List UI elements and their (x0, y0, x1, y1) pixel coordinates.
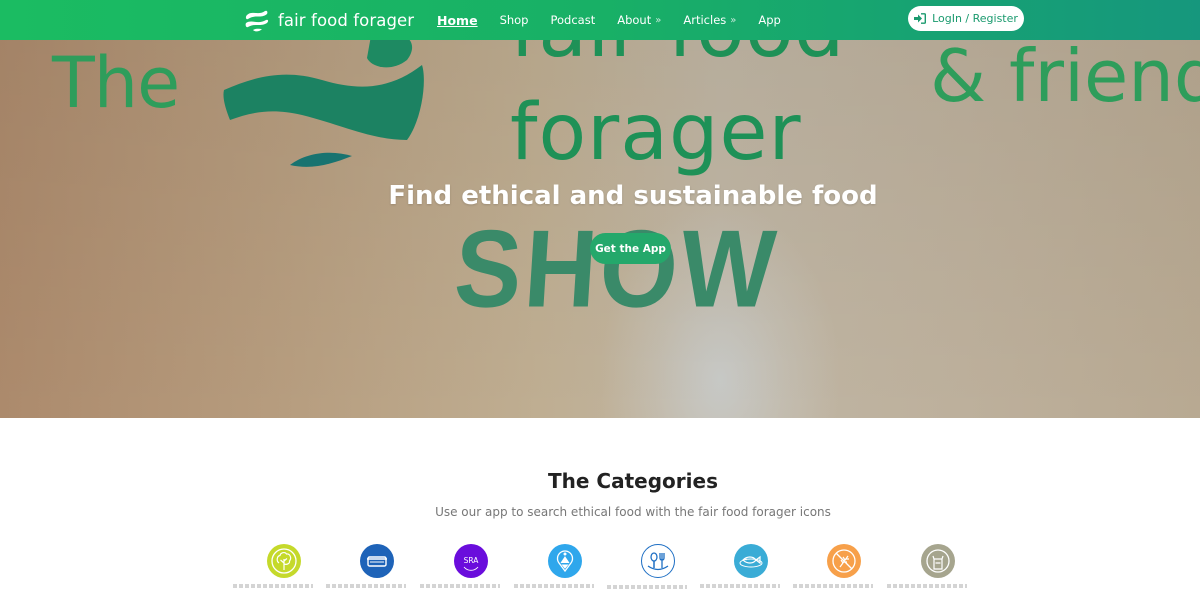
nav-articles[interactable]: Articles» (683, 13, 736, 27)
category-label (232, 584, 313, 588)
category-fish[interactable] (699, 544, 780, 588)
no-wheat-icon (832, 549, 856, 573)
top-navbar: fair food forager Home Shop Podcast Abou… (0, 0, 1200, 40)
category-restaurant[interactable] (606, 544, 687, 589)
sign-in-icon (914, 13, 927, 24)
category-container[interactable] (325, 544, 406, 588)
category-gluten-free[interactable] (792, 544, 873, 588)
double-chevron-right-icon: » (655, 14, 662, 26)
nav-podcast[interactable]: Podcast (551, 13, 596, 27)
double-chevron-right-icon: » (730, 14, 737, 26)
nav-shop-label: Shop (499, 13, 529, 27)
get-the-app-button[interactable]: Get the App (590, 233, 671, 264)
nav-about-label: About (617, 13, 652, 27)
svg-text:SRA: SRA (464, 556, 480, 565)
categories-title: The Categories (548, 469, 718, 493)
no-plastic-bag-icon (926, 549, 950, 573)
cutlery-icon (647, 552, 669, 571)
hero-bg-text-show: SHOW (451, 207, 783, 331)
hero-title: Find ethical and sustainable food (388, 181, 878, 211)
fair-food-forager-logo-icon (245, 10, 269, 32)
nav-podcast-label: Podcast (550, 13, 596, 27)
category-label (325, 584, 406, 588)
hero-bg-text-fair-food: fair food (510, 40, 845, 75)
nav-home-label: Home (437, 12, 478, 28)
categories-section: The Categories Use our app to search eth… (0, 418, 1200, 589)
hero-bg-text-the: The (52, 42, 180, 124)
fish-icon (739, 555, 763, 568)
nav-articles-label: Articles (683, 13, 727, 27)
tree-icon (271, 548, 297, 574)
category-label (419, 584, 500, 588)
nav-app-label: App (758, 13, 781, 27)
nav-home[interactable]: Home (437, 13, 478, 28)
login-register-button[interactable]: LogIn / Register (908, 6, 1024, 31)
hero-wave-logo-graphic (223, 40, 424, 167)
category-plastic-free[interactable] (886, 544, 967, 588)
location-pin-icon (556, 550, 574, 573)
login-register-label: LogIn / Register (932, 12, 1018, 25)
main-nav: Home Shop Podcast About» Articles» App (437, 0, 803, 40)
category-icon-list: SRA (0, 544, 1200, 589)
category-label (513, 584, 594, 588)
hero-banner: The fair food forager SHOW & friends Fin… (0, 40, 1200, 418)
category-label (886, 584, 967, 588)
category-location[interactable] (513, 544, 594, 588)
sra-icon: SRA (464, 556, 480, 571)
nav-shop[interactable]: Shop (500, 13, 529, 27)
category-label (606, 585, 687, 589)
nav-app[interactable]: App (758, 13, 780, 27)
categories-subtitle: Use our app to search ethical food with … (435, 505, 831, 519)
category-tree[interactable] (232, 544, 313, 588)
hero-bg-text-friends: & friends (930, 40, 1200, 118)
hero-bg-text-forager: forager (510, 88, 802, 178)
category-label (792, 584, 873, 588)
container-icon (367, 556, 387, 567)
category-label (699, 584, 780, 588)
category-sra[interactable]: SRA (419, 544, 500, 588)
nav-about[interactable]: About» (617, 13, 661, 27)
brand-logo-link[interactable]: fair food forager (243, 6, 414, 34)
brand-name: fair food forager (278, 10, 415, 30)
